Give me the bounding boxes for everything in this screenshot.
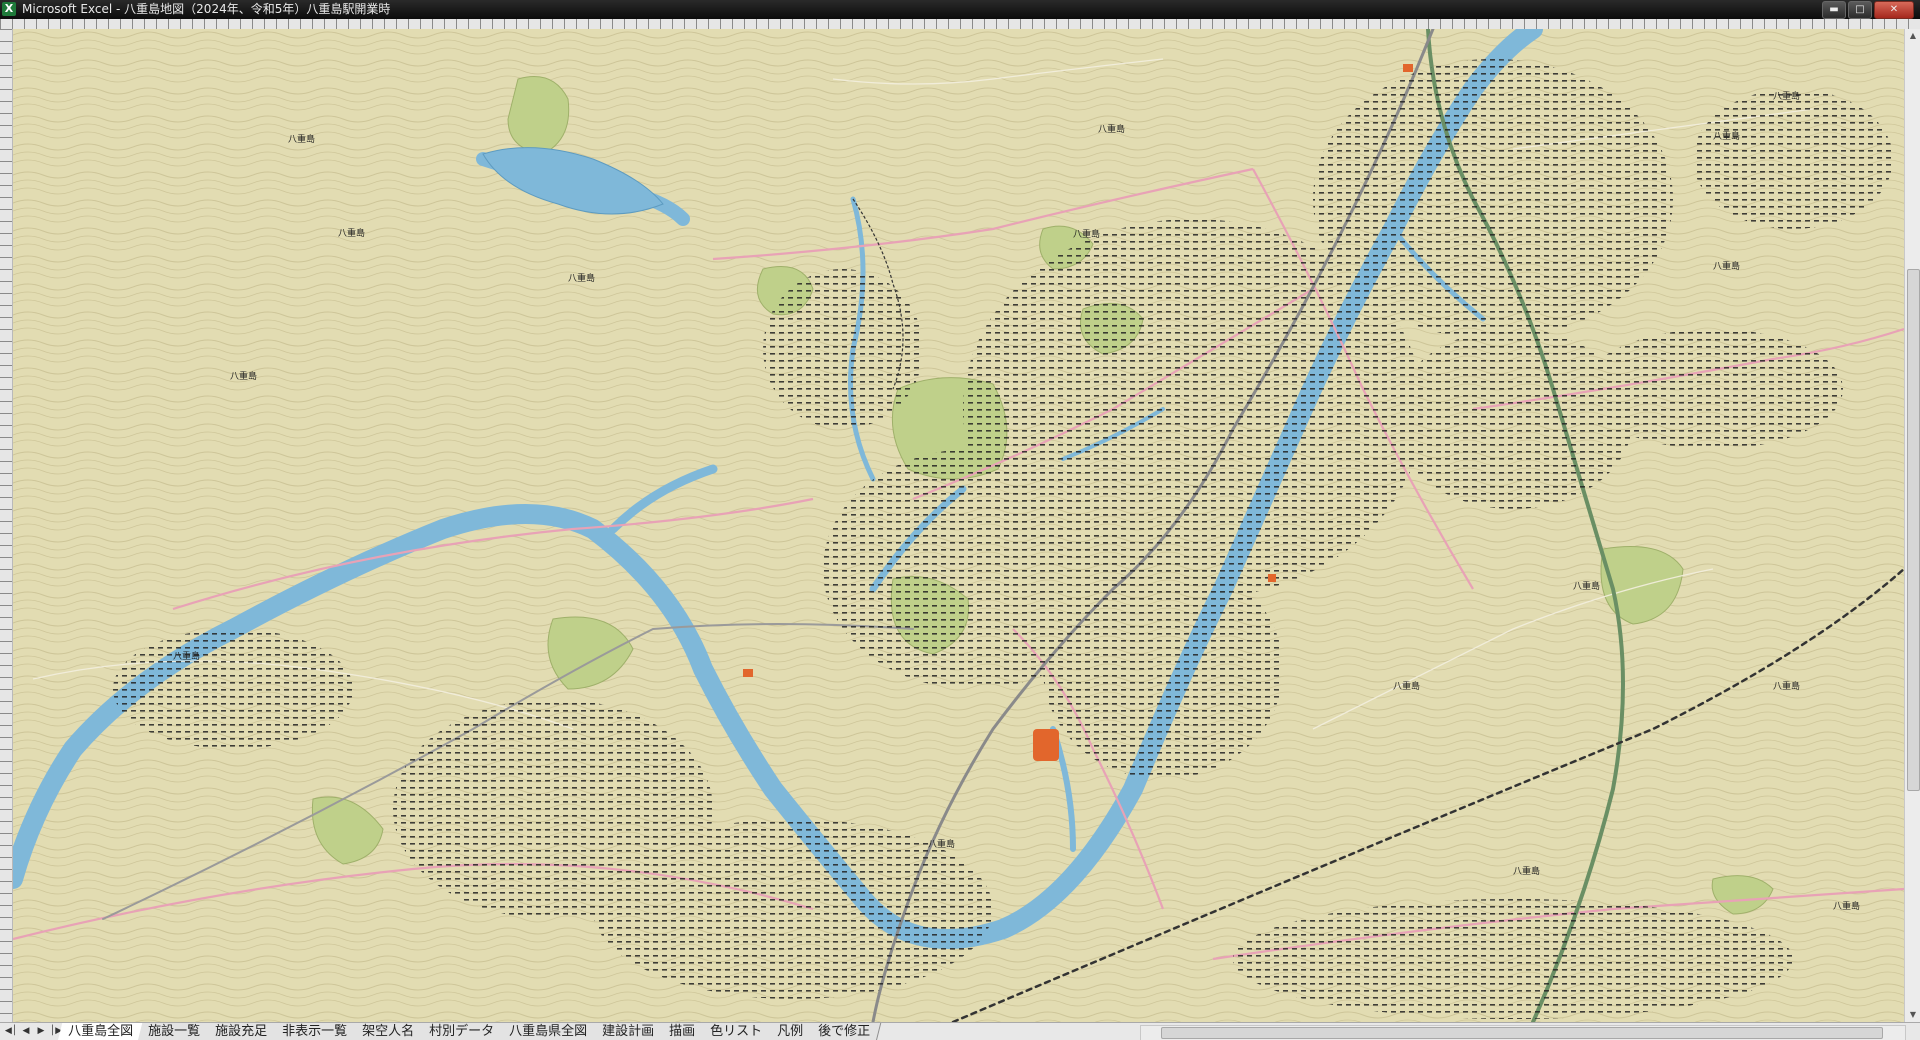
sheet-tab[interactable]: 施設一覧	[137, 1023, 212, 1040]
sheet-tab-label: 八重島県全図	[509, 1024, 588, 1039]
sheet-tab[interactable]: 村別データ	[418, 1023, 506, 1040]
sheet-tab-label: 非表示一覧	[282, 1024, 348, 1039]
svg-text:八重島: 八重島	[1773, 90, 1800, 102]
svg-text:八重島: 八重島	[338, 227, 365, 239]
sheet-tab[interactable]: 八重島全図	[57, 1023, 145, 1040]
maximize-icon[interactable]: □	[1848, 1, 1872, 19]
prev-sheet-icon[interactable]: ◀	[19, 1024, 33, 1039]
svg-text:八重島: 八重島	[1573, 580, 1600, 592]
horizontal-scroll-thumb[interactable]	[1161, 1027, 1883, 1039]
scroll-down-icon[interactable]: ▼	[1905, 1008, 1920, 1022]
svg-text:八重島: 八重島	[1833, 900, 1860, 912]
vertical-scrollbar[interactable]: ▲ ▼	[1904, 29, 1920, 1022]
vertical-ruler	[0, 29, 13, 1022]
sheet-nav-buttons: ◀│ ◀ ▶ │▶	[4, 1024, 63, 1039]
svg-text:八重島: 八重島	[230, 370, 257, 382]
sheet-tabs-bar: ◀│ ◀ ▶ │▶ 八重島全図 施設一覧 施設充足 非表示一覧 架空人名 村別データ 八重島…	[0, 1022, 1920, 1040]
sheet-tab[interactable]: 八重島県全図	[498, 1023, 599, 1040]
horizontal-scrollbar[interactable]	[1140, 1025, 1906, 1040]
minimize-icon[interactable]: ▬	[1822, 1, 1846, 19]
sheet-tab[interactable]: 非表示一覧	[271, 1023, 359, 1040]
sheet-tab-label: 八重島全図	[68, 1024, 134, 1039]
sheet-tab[interactable]: 施設充足	[204, 1023, 279, 1040]
svg-text:八重島: 八重島	[1098, 123, 1125, 135]
scroll-up-icon[interactable]: ▲	[1905, 29, 1920, 43]
sheet-tabs: 八重島全図 施設一覧 施設充足 非表示一覧 架空人名 村別データ 八重島県全図 建設計画 描画色…	[57, 1023, 882, 1040]
svg-text:八重島: 八重島	[1393, 680, 1420, 692]
sheet-tab-label: 後で修正	[818, 1024, 871, 1039]
sheet-tab-label: 色リスト	[710, 1024, 763, 1039]
excel-app-icon[interactable]: X	[2, 2, 16, 16]
close-icon[interactable]: ✕	[1874, 1, 1914, 19]
sheet-tab-label: 建設計画	[602, 1024, 655, 1039]
svg-text:八重島: 八重島	[1773, 680, 1800, 692]
sheet-tab[interactable]: 架空人名	[351, 1023, 426, 1040]
svg-text:八重島: 八重島	[1073, 228, 1100, 240]
sheet-tab-label: 凡例	[777, 1024, 804, 1039]
svg-text:八重島: 八重島	[1713, 260, 1740, 272]
window-controls: ▬ □ ✕	[1822, 1, 1914, 19]
sheet-tab[interactable]: 建設計画	[591, 1023, 666, 1040]
sheet-tab-label: 施設一覧	[148, 1024, 201, 1039]
svg-text:八重島: 八重島	[928, 838, 955, 850]
window-title: Microsoft Excel - 八重島地図（2024年、令和5年）八重島駅開…	[22, 2, 391, 16]
map-drawing: 八重島 八重島 八重島 八重島 八重島 八重島 八重島 八重島 八重島 八重島 …	[13, 29, 1904, 1022]
sheet-tab[interactable]: 凡例	[766, 1023, 815, 1040]
sheet-tab-label: 描画	[669, 1024, 696, 1039]
sheet-tab[interactable]: 後で修正	[807, 1023, 882, 1040]
title-bar: X Microsoft Excel - 八重島地図（2024年、令和5年）八重島…	[0, 0, 1920, 19]
next-sheet-icon[interactable]: ▶	[34, 1024, 48, 1039]
sheet-tab-label: 村別データ	[429, 1024, 495, 1039]
sheet-tab[interactable]: 色リスト	[699, 1023, 774, 1040]
first-sheet-icon[interactable]: ◀│	[4, 1024, 18, 1039]
svg-text:八重島: 八重島	[288, 133, 315, 145]
svg-text:八重島: 八重島	[173, 650, 200, 662]
vertical-scroll-thumb[interactable]	[1907, 269, 1920, 791]
sheet-tab-label: 架空人名	[362, 1024, 415, 1039]
svg-text:八重島: 八重島	[568, 272, 595, 284]
svg-text:八重島: 八重島	[1713, 130, 1740, 142]
sheet-tab[interactable]: 描画	[658, 1023, 707, 1040]
svg-text:八重島: 八重島	[1513, 865, 1540, 877]
sheet-tab-label: 施設充足	[215, 1024, 268, 1039]
map-canvas[interactable]: 八重島 八重島 八重島 八重島 八重島 八重島 八重島 八重島 八重島 八重島 …	[13, 29, 1904, 1022]
